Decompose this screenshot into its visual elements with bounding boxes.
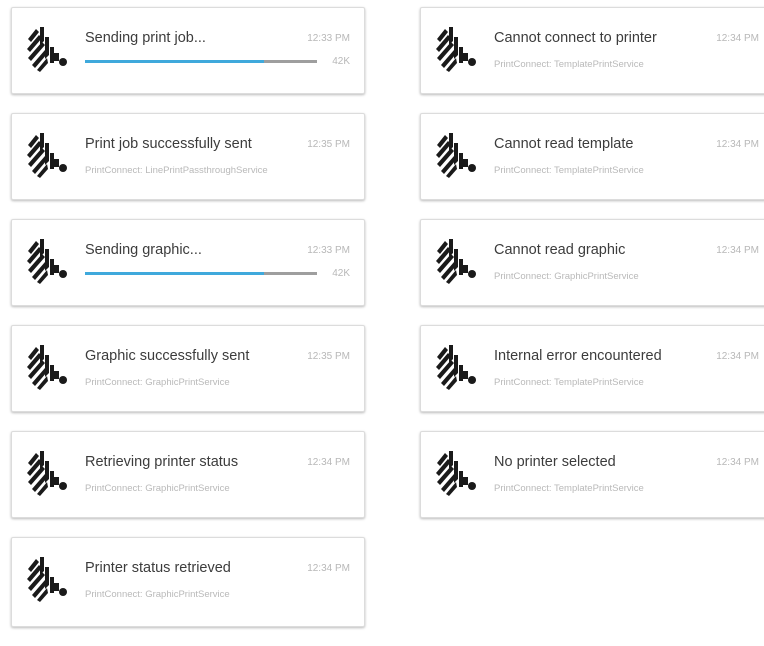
notification-time: 12:33 PM	[307, 33, 350, 44]
notification-source: PrintConnect: TemplatePrintService	[494, 483, 644, 494]
notification-source: PrintConnect: LinePrintPassthroughServic…	[85, 165, 268, 176]
notification-time: 12:34 PM	[716, 33, 759, 44]
notification-title: Sending print job...	[85, 30, 206, 46]
notification-card[interactable]: Printer status retrieved 12:34 PM PrintC…	[11, 537, 365, 627]
notification-source: PrintConnect: TemplatePrintService	[494, 59, 644, 70]
notification-column-right: Cannot connect to printer 12:34 PM Print…	[420, 7, 764, 537]
notification-column-left: Sending print job... 12:33 PM 42K Print …	[11, 7, 365, 646]
notification-source: PrintConnect: GraphicPrintService	[85, 589, 230, 600]
notification-title: Cannot read graphic	[494, 242, 626, 258]
notification-time: 12:34 PM	[307, 457, 350, 468]
file-size: 42K	[332, 56, 350, 67]
notification-title: Sending graphic...	[85, 242, 202, 258]
notification-source: PrintConnect: GraphicPrintService	[494, 271, 639, 282]
notification-card[interactable]: Cannot read template 12:34 PM PrintConne…	[420, 113, 764, 200]
notification-time: 12:34 PM	[716, 139, 759, 150]
notification-source: PrintConnect: TemplatePrintService	[494, 165, 644, 176]
notification-title: Internal error encountered	[494, 348, 662, 364]
file-size: 42K	[332, 268, 350, 279]
notification-card[interactable]: Cannot connect to printer 12:34 PM Print…	[420, 7, 764, 94]
notification-title: Cannot connect to printer	[494, 30, 657, 46]
progress-fill	[85, 272, 264, 275]
notification-title: Graphic successfully sent	[85, 348, 250, 364]
notification-card[interactable]: Graphic successfully sent 12:35 PM Print…	[11, 325, 365, 412]
notification-title: Print job successfully sent	[85, 136, 252, 152]
progress-bar	[85, 272, 317, 275]
notification-card[interactable]: Print job successfully sent 12:35 PM Pri…	[11, 113, 365, 200]
notification-card[interactable]: Sending graphic... 12:33 PM 42K	[11, 219, 365, 306]
progress-bar	[85, 60, 317, 63]
notification-card[interactable]: Cannot read graphic 12:34 PM PrintConnec…	[420, 219, 764, 306]
notification-card[interactable]: Sending print job... 12:33 PM 42K	[11, 7, 365, 94]
notification-time: 12:35 PM	[307, 139, 350, 150]
notification-source: PrintConnect: GraphicPrintService	[85, 483, 230, 494]
notification-time: 12:34 PM	[307, 563, 350, 574]
notification-card[interactable]: Retrieving printer status 12:34 PM Print…	[11, 431, 365, 518]
notification-time: 12:33 PM	[307, 245, 350, 256]
notification-source: PrintConnect: GraphicPrintService	[85, 377, 230, 388]
notification-title: Retrieving printer status	[85, 454, 239, 470]
notification-card[interactable]: Internal error encountered 12:34 PM Prin…	[420, 325, 764, 412]
notification-time: 12:35 PM	[307, 351, 350, 362]
notification-title: Cannot read template	[494, 136, 634, 152]
notification-source: PrintConnect: TemplatePrintService	[494, 377, 644, 388]
progress-fill	[85, 60, 264, 63]
notification-time: 12:34 PM	[716, 245, 759, 256]
notification-time: 12:34 PM	[716, 457, 759, 468]
notification-time: 12:34 PM	[716, 351, 759, 362]
notification-card[interactable]: No printer selected 12:34 PM PrintConnec…	[420, 431, 764, 518]
notification-title: No printer selected	[494, 454, 616, 470]
notification-title: Printer status retrieved	[85, 560, 231, 576]
